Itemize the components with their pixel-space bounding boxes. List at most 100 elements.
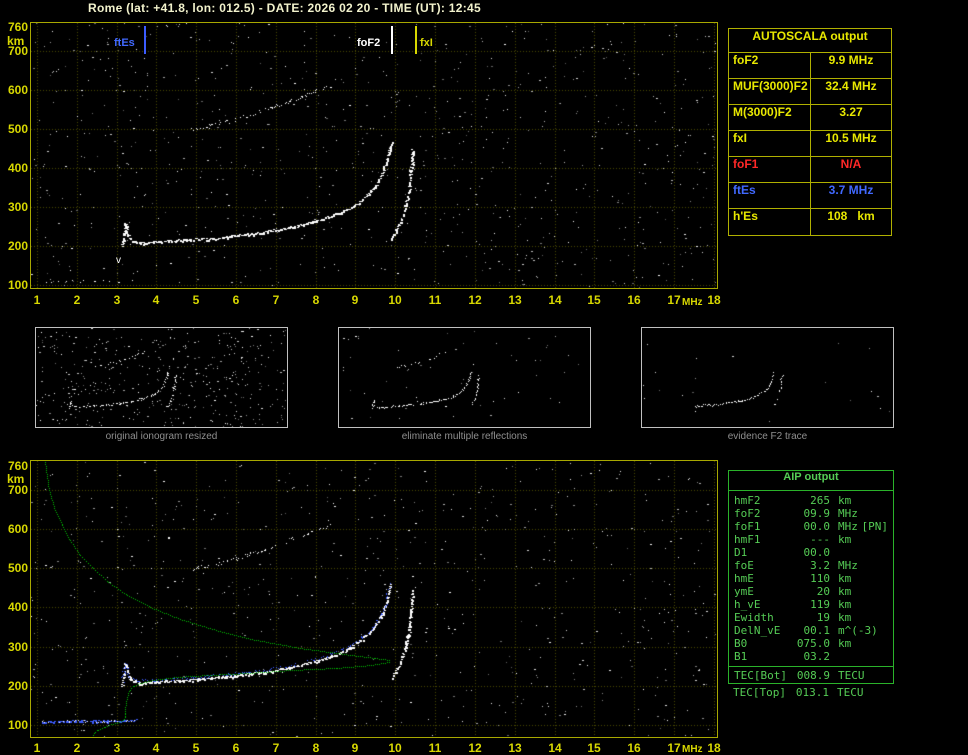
fof2-marker-line [391,26,393,54]
param-value: 9.9 MHz [828,53,874,67]
table-row: foF1 N/A [729,157,891,183]
y-axis-tick: 760 [7,459,28,473]
table-row: DelN_vE 00.1 m^(-3) [729,624,893,637]
x-axis-tick: 10 [388,741,402,755]
param-value: 09.9 [803,507,831,520]
param-value: 32.4 MHz [825,79,877,93]
param-label: h'Es [729,209,811,235]
param-label: foF1 [734,520,761,533]
x-axis-tick: 1 [33,293,41,307]
table-row: Ewidth 19 km [729,611,893,624]
param-value: 3.2 [810,559,830,572]
thumbnail-caption-original: original ionogram resized [105,431,218,442]
param-value: 119 [810,598,830,611]
table-row: h_vE 119 km [729,598,893,611]
param-label: Ewidth [734,611,774,624]
param-unit: km [838,598,852,611]
y-axis-tick: 600 [7,83,28,97]
y-axis-unit-top: km [7,34,25,48]
x-axis-tick: 11 [428,741,442,755]
param-unit: km [838,572,852,585]
x-axis-tick: 14 [548,293,562,307]
ftes-marker-line [144,26,146,54]
ionogram-plot-bottom [30,460,718,738]
param-label: hmF1 [734,533,761,546]
thumbnail-caption-f2trace: evidence F2 trace [727,431,808,442]
param-label: ymE [734,585,754,598]
y-axis-tick: 100 [7,718,28,732]
table-row: hmF1 --- km [729,533,893,546]
x-axis-tick: 2 [73,293,81,307]
autoscala-screen: Rome (lat: +41.8, lon: 012.5) - DATE: 20… [0,0,968,755]
y-axis-tick: 400 [7,161,28,175]
param-unit: MHz [838,507,858,520]
x-axis-tick: 16 [627,293,641,307]
param-label: foF2 [734,507,761,520]
thumbnail-original-ionogram [35,327,288,428]
x-axis-tick: 18 [707,741,721,755]
tec-top-row: TEC[Top] 013.1 TECU [728,686,894,699]
param-value: 108 km [827,209,875,223]
x-axis-tick: 13 [508,741,522,755]
x-axis-tick: 3 [113,741,121,755]
autoscala-output-table: AUTOSCALA output foF2 9.9 MHz MUF(3000)F… [728,28,892,236]
param-label: B0 [734,637,748,650]
fxi-marker-line [415,26,417,54]
param-unit: TECU [838,669,865,682]
fxi-label: fxI [420,37,433,49]
ionogram-canvas-top [31,23,717,288]
x-axis-tick: 15 [587,293,601,307]
ionogram-canvas-bottom [31,461,717,737]
param-label: MUF(3000)F2 [729,79,811,104]
y-axis-unit-bottom: km [7,472,25,486]
thumbnail-caption-cleaned: eliminate multiple reflections [401,431,528,442]
param-value: 03.2 [803,650,831,663]
x-axis-tick: 9 [351,741,359,755]
y-axis-tick: 500 [7,122,28,136]
x-axis-unit-top: MHz [682,297,703,308]
param-unit: km [838,611,852,624]
param-label: DelN_vE [734,624,781,637]
param-value: 008.9 [796,669,830,682]
aip-table-title: AIP output [729,471,893,491]
param-value: 00.0 [803,546,831,559]
param-unit: km [838,637,852,650]
param-value: --- [810,533,830,546]
x-axis-tick: 7 [272,293,280,307]
x-axis-tick: 4 [152,293,160,307]
param-value: 10.5 MHz [825,131,877,145]
param-value: 265 [810,494,830,507]
param-value: 3.27 [839,105,863,119]
thumbnail-canvas-f2trace [642,328,893,427]
param-unit: TECU [837,686,864,699]
x-axis-tick: 2 [73,741,81,755]
y-axis-tick: 500 [7,561,28,575]
x-axis-tick: 7 [272,741,280,755]
table-row: fxI 10.5 MHz [729,131,891,157]
table-row: h'Es 108 km [729,209,891,235]
param-value: 20 [816,585,830,598]
x-axis-tick: 13 [508,293,522,307]
thumbnail-canvas-cleaned [339,328,590,427]
param-extra: [PN] [861,520,889,533]
x-axis-tick: 6 [232,741,240,755]
table-row: foF1 00.0 MHz [PN] [729,520,893,533]
table-row: hmE 110 km [729,572,893,585]
param-label: D1 [734,546,748,559]
param-value: 110 [810,572,830,585]
x-axis-tick: 5 [192,293,200,307]
x-axis-tick: 11 [428,293,442,307]
page-title: Rome (lat: +41.8, lon: 012.5) - DATE: 20… [88,1,481,15]
table-row: ymE 20 km [729,585,893,598]
param-label: foF1 [729,157,811,182]
y-axis-tick: 300 [7,640,28,654]
param-unit: km [838,494,852,507]
param-label: hmF2 [734,494,761,507]
param-unit: km [838,585,852,598]
param-unit: km [838,533,852,546]
y-axis-tick: 300 [7,200,28,214]
y-axis-tick: 400 [7,600,28,614]
x-axis-tick: 14 [548,741,562,755]
param-unit: MHz [838,559,858,572]
param-value: 00.0 [803,520,831,533]
